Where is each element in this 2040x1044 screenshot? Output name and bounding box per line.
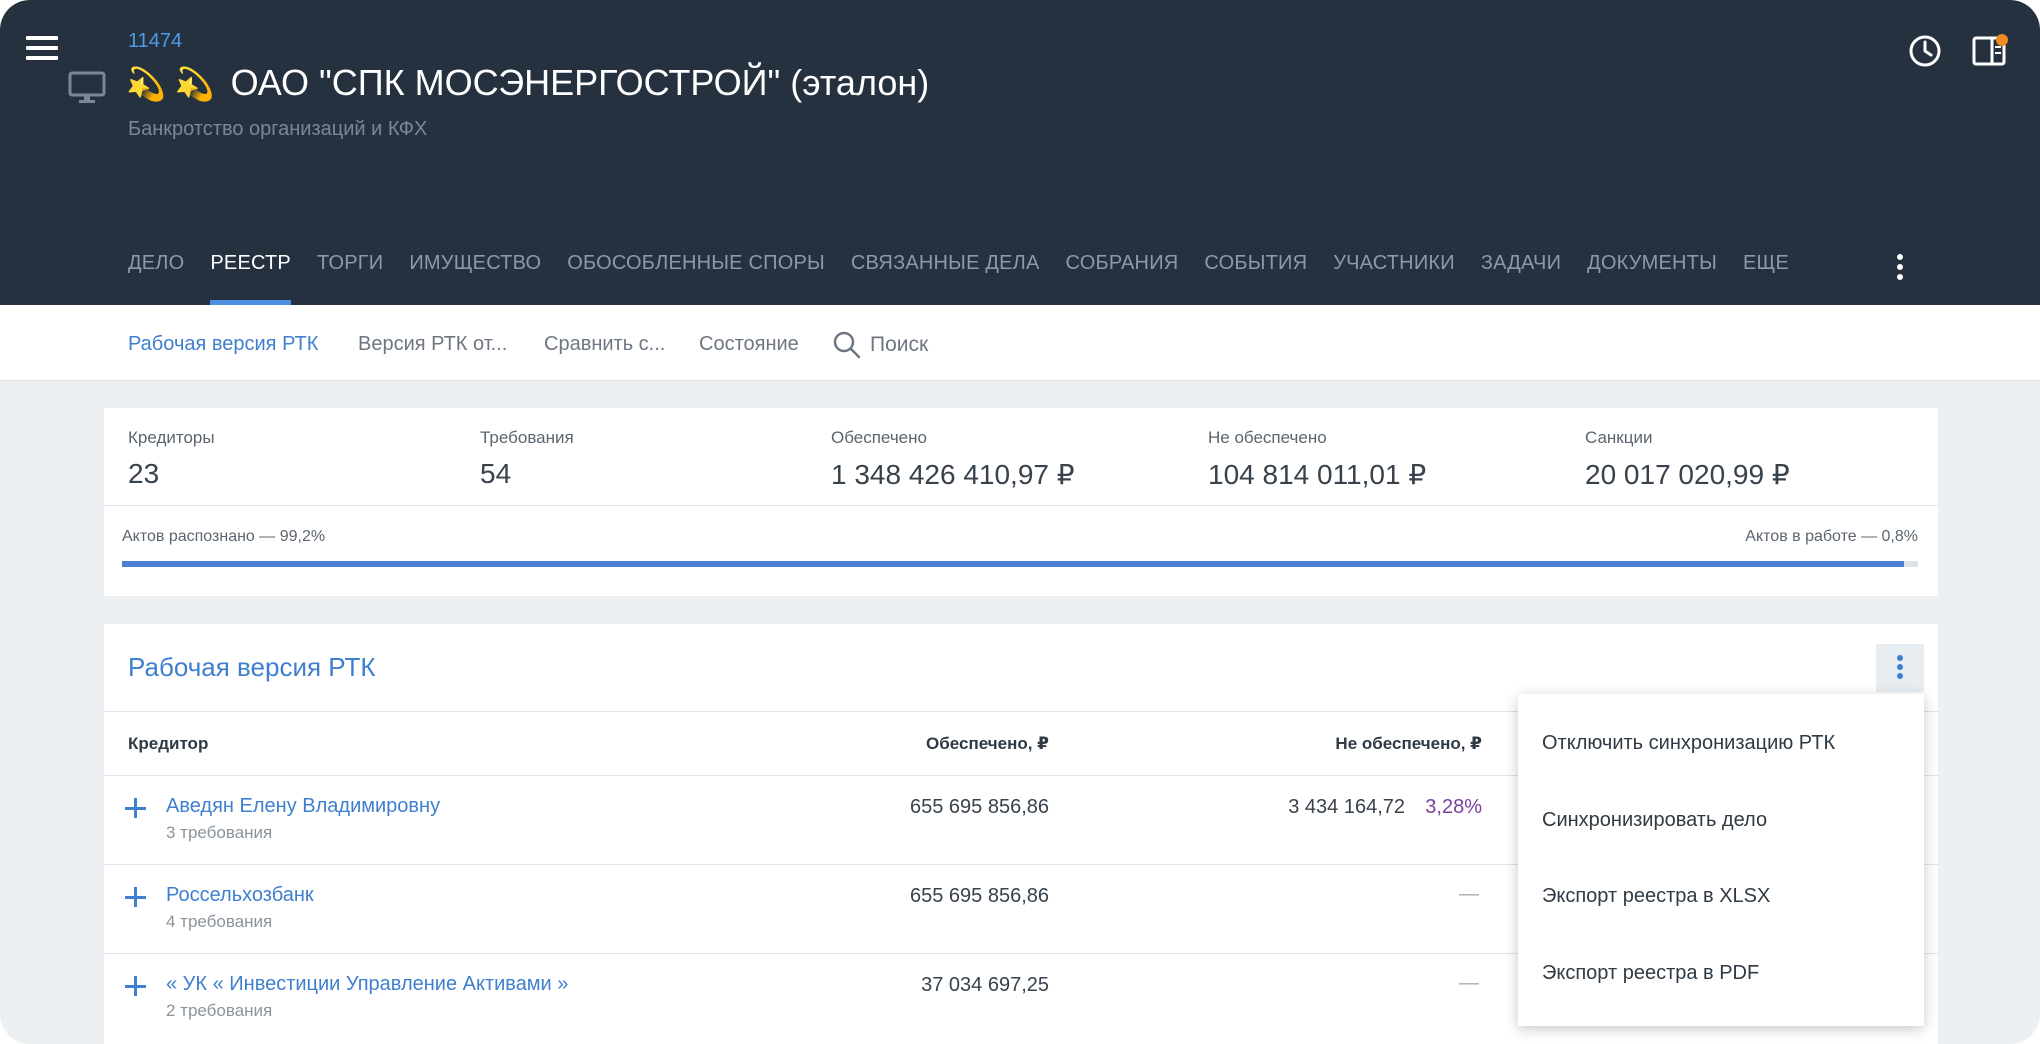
- column-header-secured[interactable]: Обеспечено, ₽: [926, 734, 1049, 754]
- stat-label: Обеспечено: [831, 428, 927, 447]
- secured-amount: 655 695 856,86: [909, 796, 1049, 818]
- tab-related-cases[interactable]: СВЯЗАННЫЕ ДЕЛА: [851, 252, 1040, 305]
- menu-item-disable-sync[interactable]: Отключить синхронизацию РТК: [1542, 732, 1835, 755]
- tab-property[interactable]: ИМУЩЕСТВО: [409, 252, 541, 305]
- stat-label: Кредиторы: [128, 428, 215, 447]
- progress-fill: [122, 561, 1904, 567]
- tab-events[interactable]: СОБЫТИЯ: [1204, 252, 1307, 305]
- stat-value: 23: [128, 458, 160, 489]
- menu-item-export-xlsx[interactable]: Экспорт реестра в XLSX: [1542, 885, 1770, 908]
- menu-icon[interactable]: [26, 36, 58, 64]
- creditor-name[interactable]: « УК « Инвестиции Управление Активами »: [166, 973, 568, 996]
- expand-row-icon[interactable]: [124, 974, 148, 998]
- unsecured-amount: —: [1459, 972, 1479, 994]
- stat-label: Не обеспечено: [1208, 428, 1327, 447]
- tab-separate-disputes[interactable]: ОБОСОБЛЕННЫЕ СПОРЫ: [567, 252, 825, 305]
- creditor-name[interactable]: Россельхозбанк: [166, 884, 314, 907]
- secured-amount: 37 034 697,25: [921, 974, 1049, 996]
- registry-subnav: Рабочая версия РТК Версия РТК от... Срав…: [0, 305, 2040, 381]
- unsecured-percent: 3,28%: [1425, 796, 1482, 818]
- tab-documents[interactable]: ДОКУМЕНТЫ: [1587, 252, 1717, 305]
- case-id[interactable]: 11474: [128, 30, 182, 53]
- recognized-label: Актов распознано — 99,2%: [122, 528, 326, 545]
- search-input[interactable]: [870, 325, 1090, 365]
- tab-case[interactable]: ДЕЛО: [128, 252, 184, 305]
- registry-menu-button[interactable]: [1876, 644, 1924, 692]
- app-window: 11474 💫 💫 ОАО "СПК МОСЭНЕРГОСТРОЙ" (этал…: [0, 0, 2040, 1044]
- stat-creditors: Кредиторы 23: [128, 428, 215, 490]
- notification-dot: [1996, 34, 2008, 46]
- claims-count: 4 требования: [166, 912, 273, 931]
- stat-value: 20 017 020,99 ₽: [1585, 459, 1790, 490]
- stat-sanctions: Санкции 20 017 020,99 ₽: [1585, 428, 1790, 491]
- stat-label: Санкции: [1585, 428, 1653, 447]
- unsecured-amount: —: [1459, 883, 1479, 905]
- expand-row-icon[interactable]: [124, 885, 148, 909]
- case-title: 💫 💫 ОАО "СПК МОСЭНЕРГОСТРОЙ" (эталон): [126, 62, 929, 104]
- column-header-creditor[interactable]: Кредитор: [128, 734, 208, 754]
- unsecured-amount: 3 434 164,72: [1288, 796, 1405, 818]
- subnav-compare[interactable]: Сравнить с...: [544, 333, 665, 356]
- claims-count: 3 требования: [166, 823, 273, 842]
- stat-secured: Обеспечено 1 348 426 410,97 ₽: [831, 428, 1075, 491]
- stat-value: 54: [480, 458, 512, 489]
- tab-registry[interactable]: РЕЕСТР: [210, 252, 291, 305]
- recognition-progress-bar: [122, 561, 1918, 567]
- tab-auctions[interactable]: ТОРГИ: [317, 252, 383, 305]
- subnav-version-from[interactable]: Версия РТК от...: [358, 333, 507, 356]
- stat-claims: Требования 54: [480, 428, 574, 490]
- subnav-state[interactable]: Состояние: [699, 333, 799, 356]
- registry-actions-menu: Отключить синхронизацию РТК Синхронизиро…: [1518, 694, 1924, 1026]
- tab-tasks[interactable]: ЗАДАЧИ: [1481, 252, 1561, 305]
- column-header-unsecured[interactable]: Не обеспечено, ₽: [1335, 734, 1482, 754]
- case-type: Банкротство организаций и КФХ: [128, 118, 428, 140]
- menu-item-sync-case[interactable]: Синхронизировать дело: [1542, 809, 1767, 832]
- history-icon[interactable]: [1907, 33, 1943, 69]
- tab-meetings[interactable]: СОБРАНИЯ: [1066, 252, 1179, 305]
- search-icon[interactable]: [832, 330, 862, 360]
- tab-more[interactable]: ЕЩЕ: [1743, 252, 1789, 305]
- more-options-icon[interactable]: [1894, 254, 1906, 284]
- secured-amount: 655 695 856,86: [909, 885, 1049, 907]
- divider: [104, 505, 1938, 506]
- expand-row-icon[interactable]: [124, 796, 148, 820]
- stat-unsecured: Не обеспечено 104 814 011,01 ₽: [1208, 428, 1426, 491]
- main-tabs: ДЕЛО РЕЕСТР ТОРГИ ИМУЩЕСТВО ОБОСОБЛЕННЫЕ…: [128, 252, 1815, 305]
- in-work-label: Актов в работе — 0,8%: [1745, 528, 1918, 545]
- comet-emoji: 💫 💫: [126, 66, 215, 102]
- stats-card: Кредиторы 23 Требования 54 Обеспечено 1 …: [104, 408, 1938, 596]
- monitor-icon: [68, 71, 106, 103]
- creditor-name[interactable]: Аведян Елену Владимировну: [166, 795, 440, 818]
- stat-value: 1 348 426 410,97 ₽: [831, 459, 1075, 490]
- case-header: 11474 💫 💫 ОАО "СПК МОСЭНЕРГОСТРОЙ" (этал…: [0, 0, 2040, 305]
- case-title-text: ОАО "СПК МОСЭНЕРГОСТРОЙ" (эталон): [230, 62, 930, 103]
- subnav-working-version[interactable]: Рабочая версия РТК: [128, 333, 318, 356]
- tab-participants[interactable]: УЧАСТНИКИ: [1333, 252, 1455, 305]
- menu-item-export-pdf[interactable]: Экспорт реестра в PDF: [1542, 962, 1759, 985]
- claims-count: 2 требования: [166, 1001, 273, 1020]
- stat-value: 104 814 011,01 ₽: [1208, 459, 1427, 490]
- stat-label: Требования: [480, 428, 574, 447]
- registry-title: Рабочая версия РТК: [128, 652, 376, 682]
